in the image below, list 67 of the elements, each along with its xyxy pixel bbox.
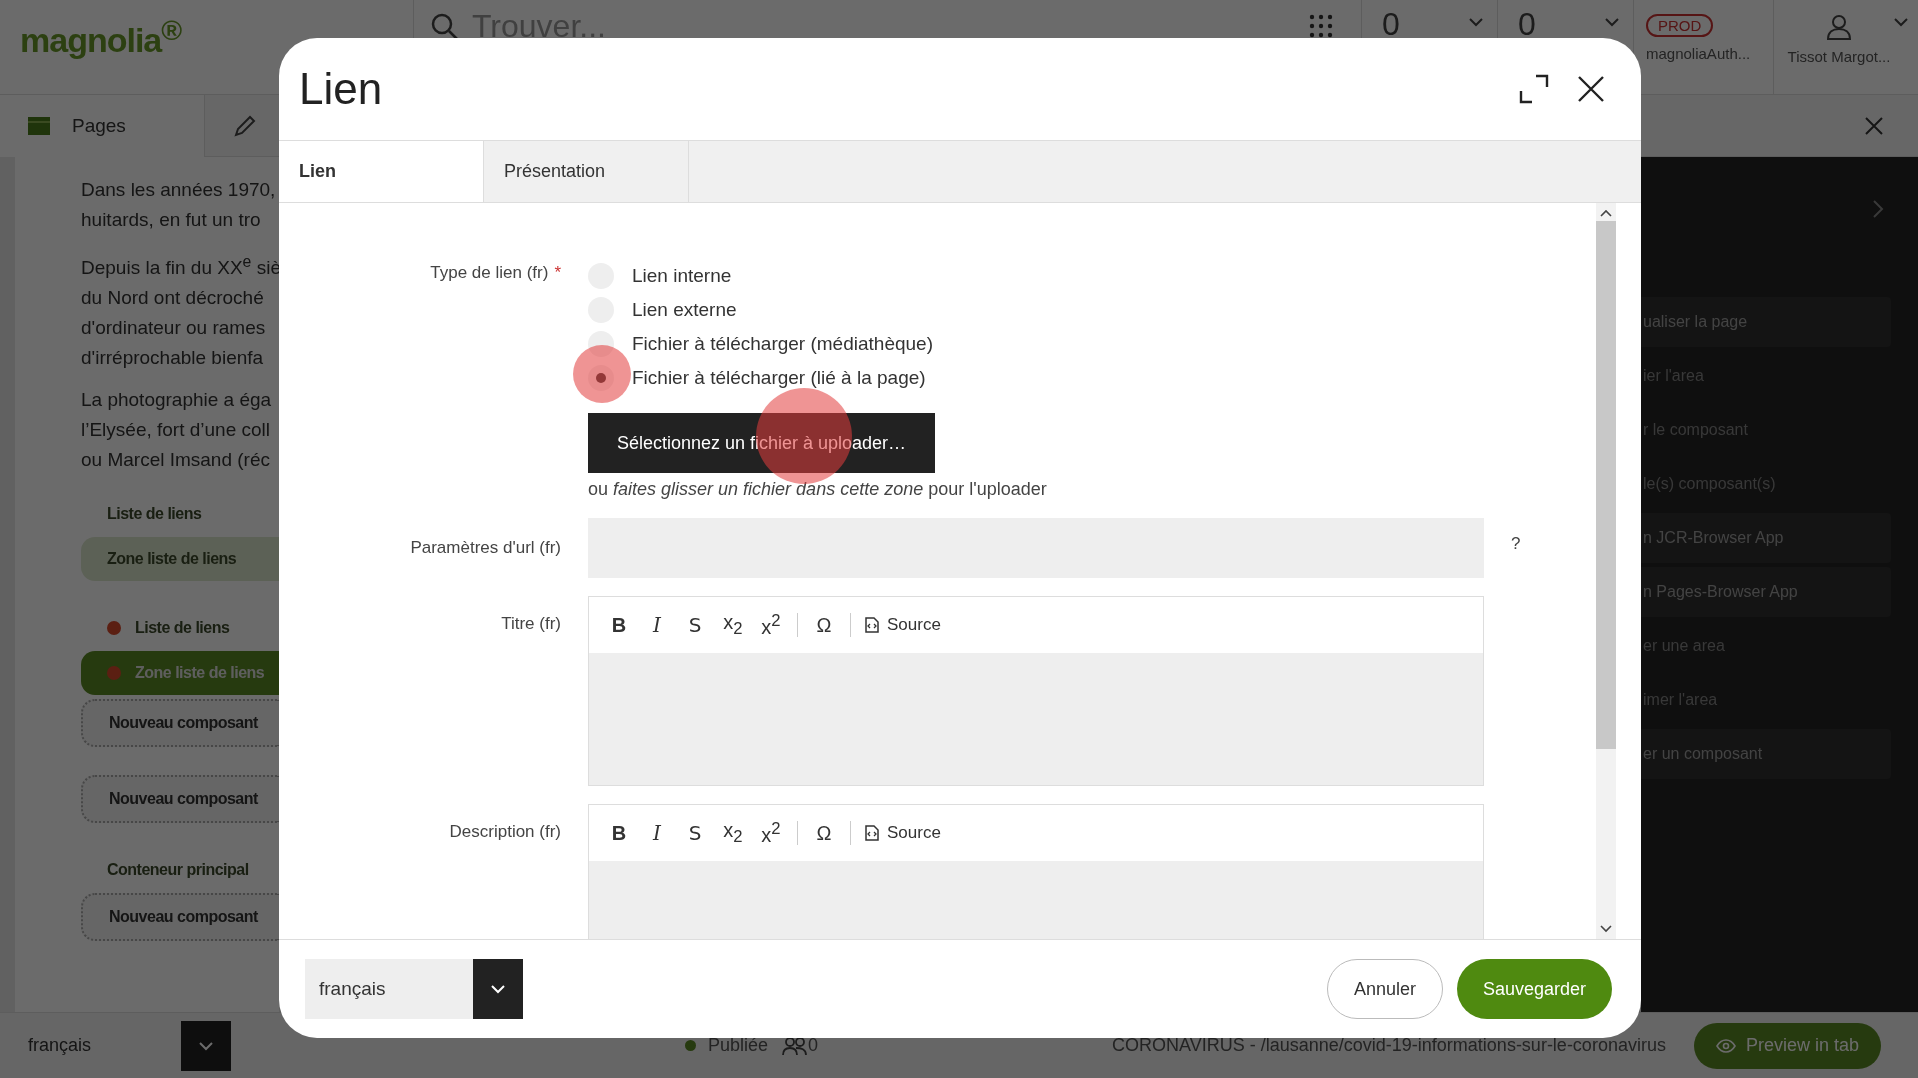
toolbar-button[interactable]: x$_{2}$ <box>721 819 745 847</box>
toolbar-button[interactable]: I <box>645 613 669 637</box>
radio-option[interactable]: Lien interne <box>588 259 732 293</box>
logo[interactable]: magnolia$^{®}$ <box>20 21 182 60</box>
dropdown-button[interactable] <box>181 1020 231 1071</box>
field-label: Titre (fr) <box>500 613 561 635</box>
toolbar-button[interactable]: B <box>607 821 631 845</box>
toolbar-button[interactable]: Source <box>865 615 941 635</box>
user-name[interactable]: Tissot Margot... <box>1787 48 1891 65</box>
required-mark: * <box>554 263 561 282</box>
radio-option[interactable]: Lien externe <box>588 293 737 327</box>
radio-option[interactable]: Fichier à télécharger (lié à la page) <box>588 361 926 395</box>
language-select[interactable]: français <box>0 1035 181 1056</box>
close-icon[interactable] <box>1577 75 1605 103</box>
people-icon <box>782 1035 809 1056</box>
apps-grid-icon[interactable] <box>1309 14 1333 38</box>
toolbar-button[interactable]: Source <box>865 823 941 843</box>
document-icon <box>865 825 879 841</box>
language-select[interactable]: français <box>305 959 473 1019</box>
toolbar-button[interactable]: x$^{2}$ <box>759 819 783 847</box>
user-icon[interactable] <box>1826 14 1852 40</box>
new-component-placeholder[interactable]: Nouveau composant <box>81 893 279 942</box>
document-icon <box>865 617 879 633</box>
publish-status: Publiée <box>708 1035 769 1056</box>
instance-name: magnoliaAuth... <box>1646 45 1751 62</box>
help-icon[interactable]: ? <box>1511 534 1521 553</box>
toolbar-button[interactable]: S <box>683 821 707 845</box>
scrollbar[interactable] <box>1596 203 1616 939</box>
app-tab[interactable]: Pages <box>0 94 205 157</box>
expand-icon[interactable] <box>1519 74 1549 104</box>
new-component-placeholder[interactable]: Nouveau composant <box>81 699 279 748</box>
area-bar[interactable]: Zone liste de liens <box>81 537 279 582</box>
eye-icon <box>1715 1038 1736 1053</box>
field-label: Description (fr) <box>448 821 561 843</box>
component-label[interactable]: Liste de liens <box>81 495 279 534</box>
toolbar-button[interactable]: Ω <box>812 613 836 637</box>
click-highlight <box>573 345 631 403</box>
new-component-placeholder[interactable]: Nouveau composant <box>81 775 279 824</box>
caret-down-icon[interactable] <box>1600 925 1612 933</box>
radio-option[interactable]: Fichier à télécharger (médiathèque) <box>588 327 933 361</box>
environment-badge: PROD <box>1646 14 1714 37</box>
viewer-count: 0 <box>808 1035 819 1056</box>
toolbar-button[interactable]: B <box>607 613 631 637</box>
pencil-icon[interactable] <box>233 113 257 138</box>
dialog-tab[interactable]: Présentation <box>484 141 689 202</box>
toolbar-button[interactable]: x$^{2}$ <box>759 611 783 639</box>
upload-button[interactable]: Sélectionnez un fichier à uploader… <box>588 413 935 473</box>
field-label: Paramètres d'url (fr) <box>409 537 561 559</box>
drop-hint: ou faites glisser un fichier dans cette zone pour l'uploader <box>588 479 1048 500</box>
caret-up-icon[interactable] <box>1600 209 1612 217</box>
toolbar-button[interactable]: Ω <box>812 821 836 845</box>
paragraph: Dans les années 1970, huitards, en fut un tro <box>81 178 277 232</box>
save-button[interactable]: Sauvegarder <box>1456 959 1612 1019</box>
cancel-button[interactable]: Annuler <box>1326 959 1443 1019</box>
toolbar-button[interactable]: S <box>683 613 707 637</box>
component-label[interactable]: Conteneur principal <box>81 851 279 890</box>
status-dot <box>685 1040 696 1051</box>
paragraph: La photographie a éga l’Elysée, fort d’une coll ou Marcel Imsand (réc <box>81 388 273 473</box>
dialog-title: Lien <box>299 64 383 114</box>
page-path: CORONAVIRUS - /lausanne/covid-19-informations-sur-le-coronavirus <box>1112 1035 1666 1056</box>
toolbar-button[interactable]: x$_{2}$ <box>721 611 745 639</box>
preview-button[interactable]: Preview in tab <box>1693 1022 1881 1069</box>
pages-icon[interactable] <box>28 116 50 135</box>
dialog-tab[interactable]: Lien <box>279 141 484 202</box>
field-label: Type de lien (fr) * <box>429 262 561 284</box>
toolbar-button[interactable]: I <box>645 821 669 845</box>
component-label[interactable]: Liste de liens <box>81 609 279 648</box>
